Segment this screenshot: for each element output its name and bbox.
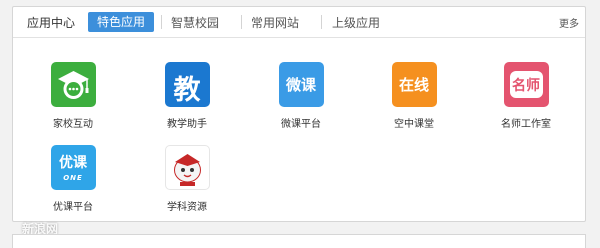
tab-common-websites[interactable]: 常用网站: [251, 14, 299, 31]
tab-featured-apps[interactable]: 特色应用: [88, 12, 155, 32]
panel-title: 应用中心: [27, 16, 76, 30]
app-center-panel: 应用中心 特色应用 智慧校园 常用网站 上级应用 更多 家校互动 教 教学助手 …: [12, 6, 586, 222]
chat-graduation-cap-icon: [50, 62, 96, 107]
app-subject-resources[interactable]: 学科资源: [144, 145, 230, 213]
app-master-teacher-studio[interactable]: 名师 名师工作室: [483, 62, 569, 130]
next-panel-edge: [12, 234, 586, 248]
app-label: 教学助手: [167, 119, 207, 130]
app-air-classroom[interactable]: 在线 空中课堂: [371, 62, 457, 130]
tab-bar: 应用中心 特色应用 智慧校园 常用网站 上级应用 更多: [13, 7, 585, 38]
app-label: 优课平台: [53, 202, 93, 213]
tab-superior-apps[interactable]: 上级应用: [332, 14, 380, 31]
tab-divider: [241, 15, 242, 29]
app-label: 学科资源: [167, 202, 207, 213]
famous-teacher-icon: 名师: [503, 62, 549, 107]
micro-course-icon: 微课: [278, 62, 324, 107]
app-home-school-interaction[interactable]: 家校互动: [30, 62, 116, 130]
app-teaching-assistant[interactable]: 教 教学助手: [144, 62, 230, 130]
tab-divider: [321, 15, 322, 29]
online-icon: 在线: [391, 62, 437, 107]
more-link[interactable]: 更多: [559, 15, 579, 30]
app-label: 空中课堂: [394, 119, 434, 130]
app-label: 微课平台: [281, 119, 321, 130]
teach-character-icon: 教: [164, 62, 210, 107]
excellent-course-icon: 优课 ONE: [50, 145, 96, 190]
app-label: 名师工作室: [501, 119, 551, 130]
cartoon-mascot-icon: [164, 145, 210, 190]
tab-divider: [161, 15, 162, 29]
app-micro-course-platform[interactable]: 微课 微课平台: [258, 62, 344, 130]
app-excellent-course-platform[interactable]: 优课 ONE 优课平台: [30, 145, 116, 213]
tab-smart-campus[interactable]: 智慧校园: [171, 14, 219, 31]
app-label: 家校互动: [53, 119, 93, 130]
